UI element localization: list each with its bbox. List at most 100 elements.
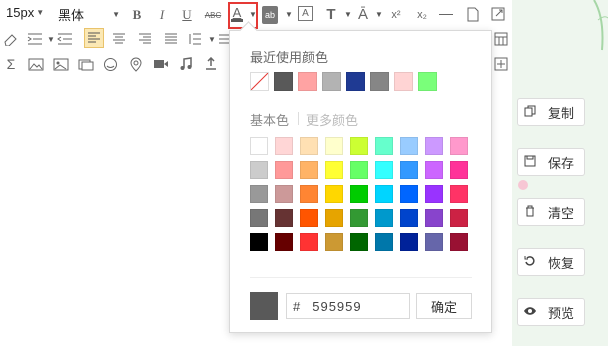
basic-color-swatch[interactable] bbox=[375, 233, 393, 251]
basic-color-swatch[interactable] bbox=[450, 161, 468, 179]
preview-button[interactable]: 预览 bbox=[517, 298, 585, 326]
italic-button[interactable]: I bbox=[153, 6, 171, 24]
recent-color-swatch[interactable] bbox=[394, 72, 413, 91]
basic-color-swatch[interactable] bbox=[275, 161, 293, 179]
basic-color-swatch[interactable] bbox=[400, 233, 418, 251]
basic-color-swatch[interactable] bbox=[375, 161, 393, 179]
hex-input[interactable]: # 595959 bbox=[286, 293, 410, 319]
basic-color-swatch[interactable] bbox=[250, 137, 268, 155]
copy-button[interactable]: 复制 bbox=[517, 98, 585, 126]
eraser-icon[interactable] bbox=[2, 30, 20, 48]
basic-color-swatch[interactable] bbox=[300, 137, 318, 155]
basic-color-swatch[interactable] bbox=[300, 233, 318, 251]
basic-color-swatch[interactable] bbox=[300, 161, 318, 179]
basic-color-swatch[interactable] bbox=[250, 233, 268, 251]
strikethrough-button[interactable]: ABC bbox=[203, 6, 223, 24]
chevron-down-icon[interactable]: ▼ bbox=[375, 10, 383, 19]
align-left-button[interactable] bbox=[84, 28, 104, 48]
bold-button[interactable]: B bbox=[128, 6, 146, 24]
chevron-down-icon[interactable]: ▼ bbox=[47, 35, 55, 44]
basic-color-swatch[interactable] bbox=[275, 209, 293, 227]
horizontal-rule-button[interactable] bbox=[438, 5, 454, 23]
align-right-button[interactable] bbox=[136, 30, 154, 48]
line-height-icon[interactable] bbox=[186, 30, 204, 48]
basic-color-swatch[interactable] bbox=[275, 185, 293, 203]
basic-color-swatch[interactable] bbox=[400, 161, 418, 179]
text-style-button[interactable]: T bbox=[322, 5, 340, 23]
basic-color-swatch[interactable] bbox=[375, 209, 393, 227]
image-icon[interactable] bbox=[27, 55, 45, 73]
bg-color-button[interactable]: ab bbox=[262, 6, 278, 24]
basic-color-swatch[interactable] bbox=[450, 233, 468, 251]
subscript-button[interactable]: x₂ bbox=[412, 6, 432, 24]
upload-icon[interactable] bbox=[202, 55, 220, 73]
basic-color-swatch[interactable] bbox=[300, 209, 318, 227]
confirm-button[interactable]: 确定 bbox=[416, 293, 472, 319]
font-color-button[interactable]: A bbox=[231, 5, 243, 23]
basic-color-swatch[interactable] bbox=[325, 137, 343, 155]
table-icon[interactable] bbox=[492, 30, 510, 48]
recent-color-swatch[interactable] bbox=[346, 72, 365, 91]
recent-color-swatch[interactable] bbox=[298, 72, 317, 91]
outdent-icon[interactable] bbox=[57, 30, 73, 48]
basic-color-swatch[interactable] bbox=[275, 233, 293, 251]
recent-color-swatch[interactable] bbox=[322, 72, 341, 91]
frame-icon[interactable] bbox=[77, 55, 95, 73]
basic-color-swatch[interactable] bbox=[300, 185, 318, 203]
font-size-select[interactable]: 15px ▼ bbox=[6, 5, 44, 20]
basic-color-swatch[interactable] bbox=[450, 137, 468, 155]
align-center-button[interactable] bbox=[110, 30, 128, 48]
video-icon[interactable] bbox=[152, 55, 170, 73]
basic-color-swatch[interactable] bbox=[350, 185, 368, 203]
basic-color-swatch[interactable] bbox=[325, 209, 343, 227]
font-family-select[interactable]: 黑体 ▼ bbox=[58, 5, 120, 24]
basic-color-swatch[interactable] bbox=[250, 209, 268, 227]
basic-color-swatch[interactable] bbox=[325, 233, 343, 251]
basic-color-swatch[interactable] bbox=[450, 209, 468, 227]
image-multi-icon[interactable] bbox=[52, 55, 70, 73]
basic-color-swatch[interactable] bbox=[450, 185, 468, 203]
basic-color-swatch[interactable] bbox=[425, 185, 443, 203]
superscript-button[interactable]: x² bbox=[386, 6, 406, 24]
basic-color-swatch[interactable] bbox=[275, 137, 293, 155]
basic-color-swatch[interactable] bbox=[375, 185, 393, 203]
basic-color-swatch[interactable] bbox=[325, 185, 343, 203]
align-justify-button[interactable] bbox=[162, 30, 180, 48]
music-icon[interactable] bbox=[177, 55, 195, 73]
chevron-down-icon[interactable]: ▼ bbox=[285, 10, 293, 19]
recent-color-swatch[interactable] bbox=[370, 72, 389, 91]
basic-color-swatch[interactable] bbox=[425, 233, 443, 251]
recent-color-swatch[interactable] bbox=[274, 72, 293, 91]
save-button[interactable]: 保存 bbox=[517, 148, 585, 176]
border-text-button[interactable]: A bbox=[298, 6, 313, 21]
text-effect-button[interactable]: Ā bbox=[354, 5, 372, 23]
basic-color-swatch[interactable] bbox=[325, 161, 343, 179]
restore-button[interactable]: 恢复 bbox=[517, 248, 585, 276]
chevron-down-icon[interactable]: ▼ bbox=[344, 10, 352, 19]
basic-color-swatch[interactable] bbox=[425, 161, 443, 179]
font-color-dropdown-icon[interactable]: ▼ bbox=[249, 10, 257, 19]
basic-color-swatch[interactable] bbox=[350, 161, 368, 179]
more-colors-link[interactable]: 更多颜色 bbox=[306, 110, 358, 129]
basic-color-swatch[interactable] bbox=[350, 137, 368, 155]
basic-color-swatch[interactable] bbox=[400, 137, 418, 155]
basic-color-swatch[interactable] bbox=[350, 209, 368, 227]
basic-color-swatch[interactable] bbox=[400, 185, 418, 203]
expand-icon[interactable] bbox=[489, 5, 507, 23]
underline-button[interactable]: U bbox=[178, 6, 196, 24]
sigma-icon[interactable]: Σ bbox=[2, 55, 20, 73]
document-icon[interactable] bbox=[464, 5, 482, 23]
clear-button[interactable]: 清空 bbox=[517, 198, 585, 226]
basic-color-swatch[interactable] bbox=[250, 161, 268, 179]
basic-color-swatch[interactable] bbox=[350, 233, 368, 251]
emoji-icon[interactable] bbox=[101, 55, 119, 73]
recent-color-swatch[interactable] bbox=[250, 72, 269, 91]
fullscreen-icon[interactable] bbox=[492, 55, 510, 73]
map-pin-icon[interactable] bbox=[127, 55, 145, 73]
indent-icon[interactable] bbox=[27, 30, 43, 48]
basic-color-swatch[interactable] bbox=[375, 137, 393, 155]
basic-color-swatch[interactable] bbox=[400, 209, 418, 227]
basic-color-swatch[interactable] bbox=[425, 209, 443, 227]
basic-color-swatch[interactable] bbox=[250, 185, 268, 203]
recent-color-swatch[interactable] bbox=[418, 72, 437, 91]
